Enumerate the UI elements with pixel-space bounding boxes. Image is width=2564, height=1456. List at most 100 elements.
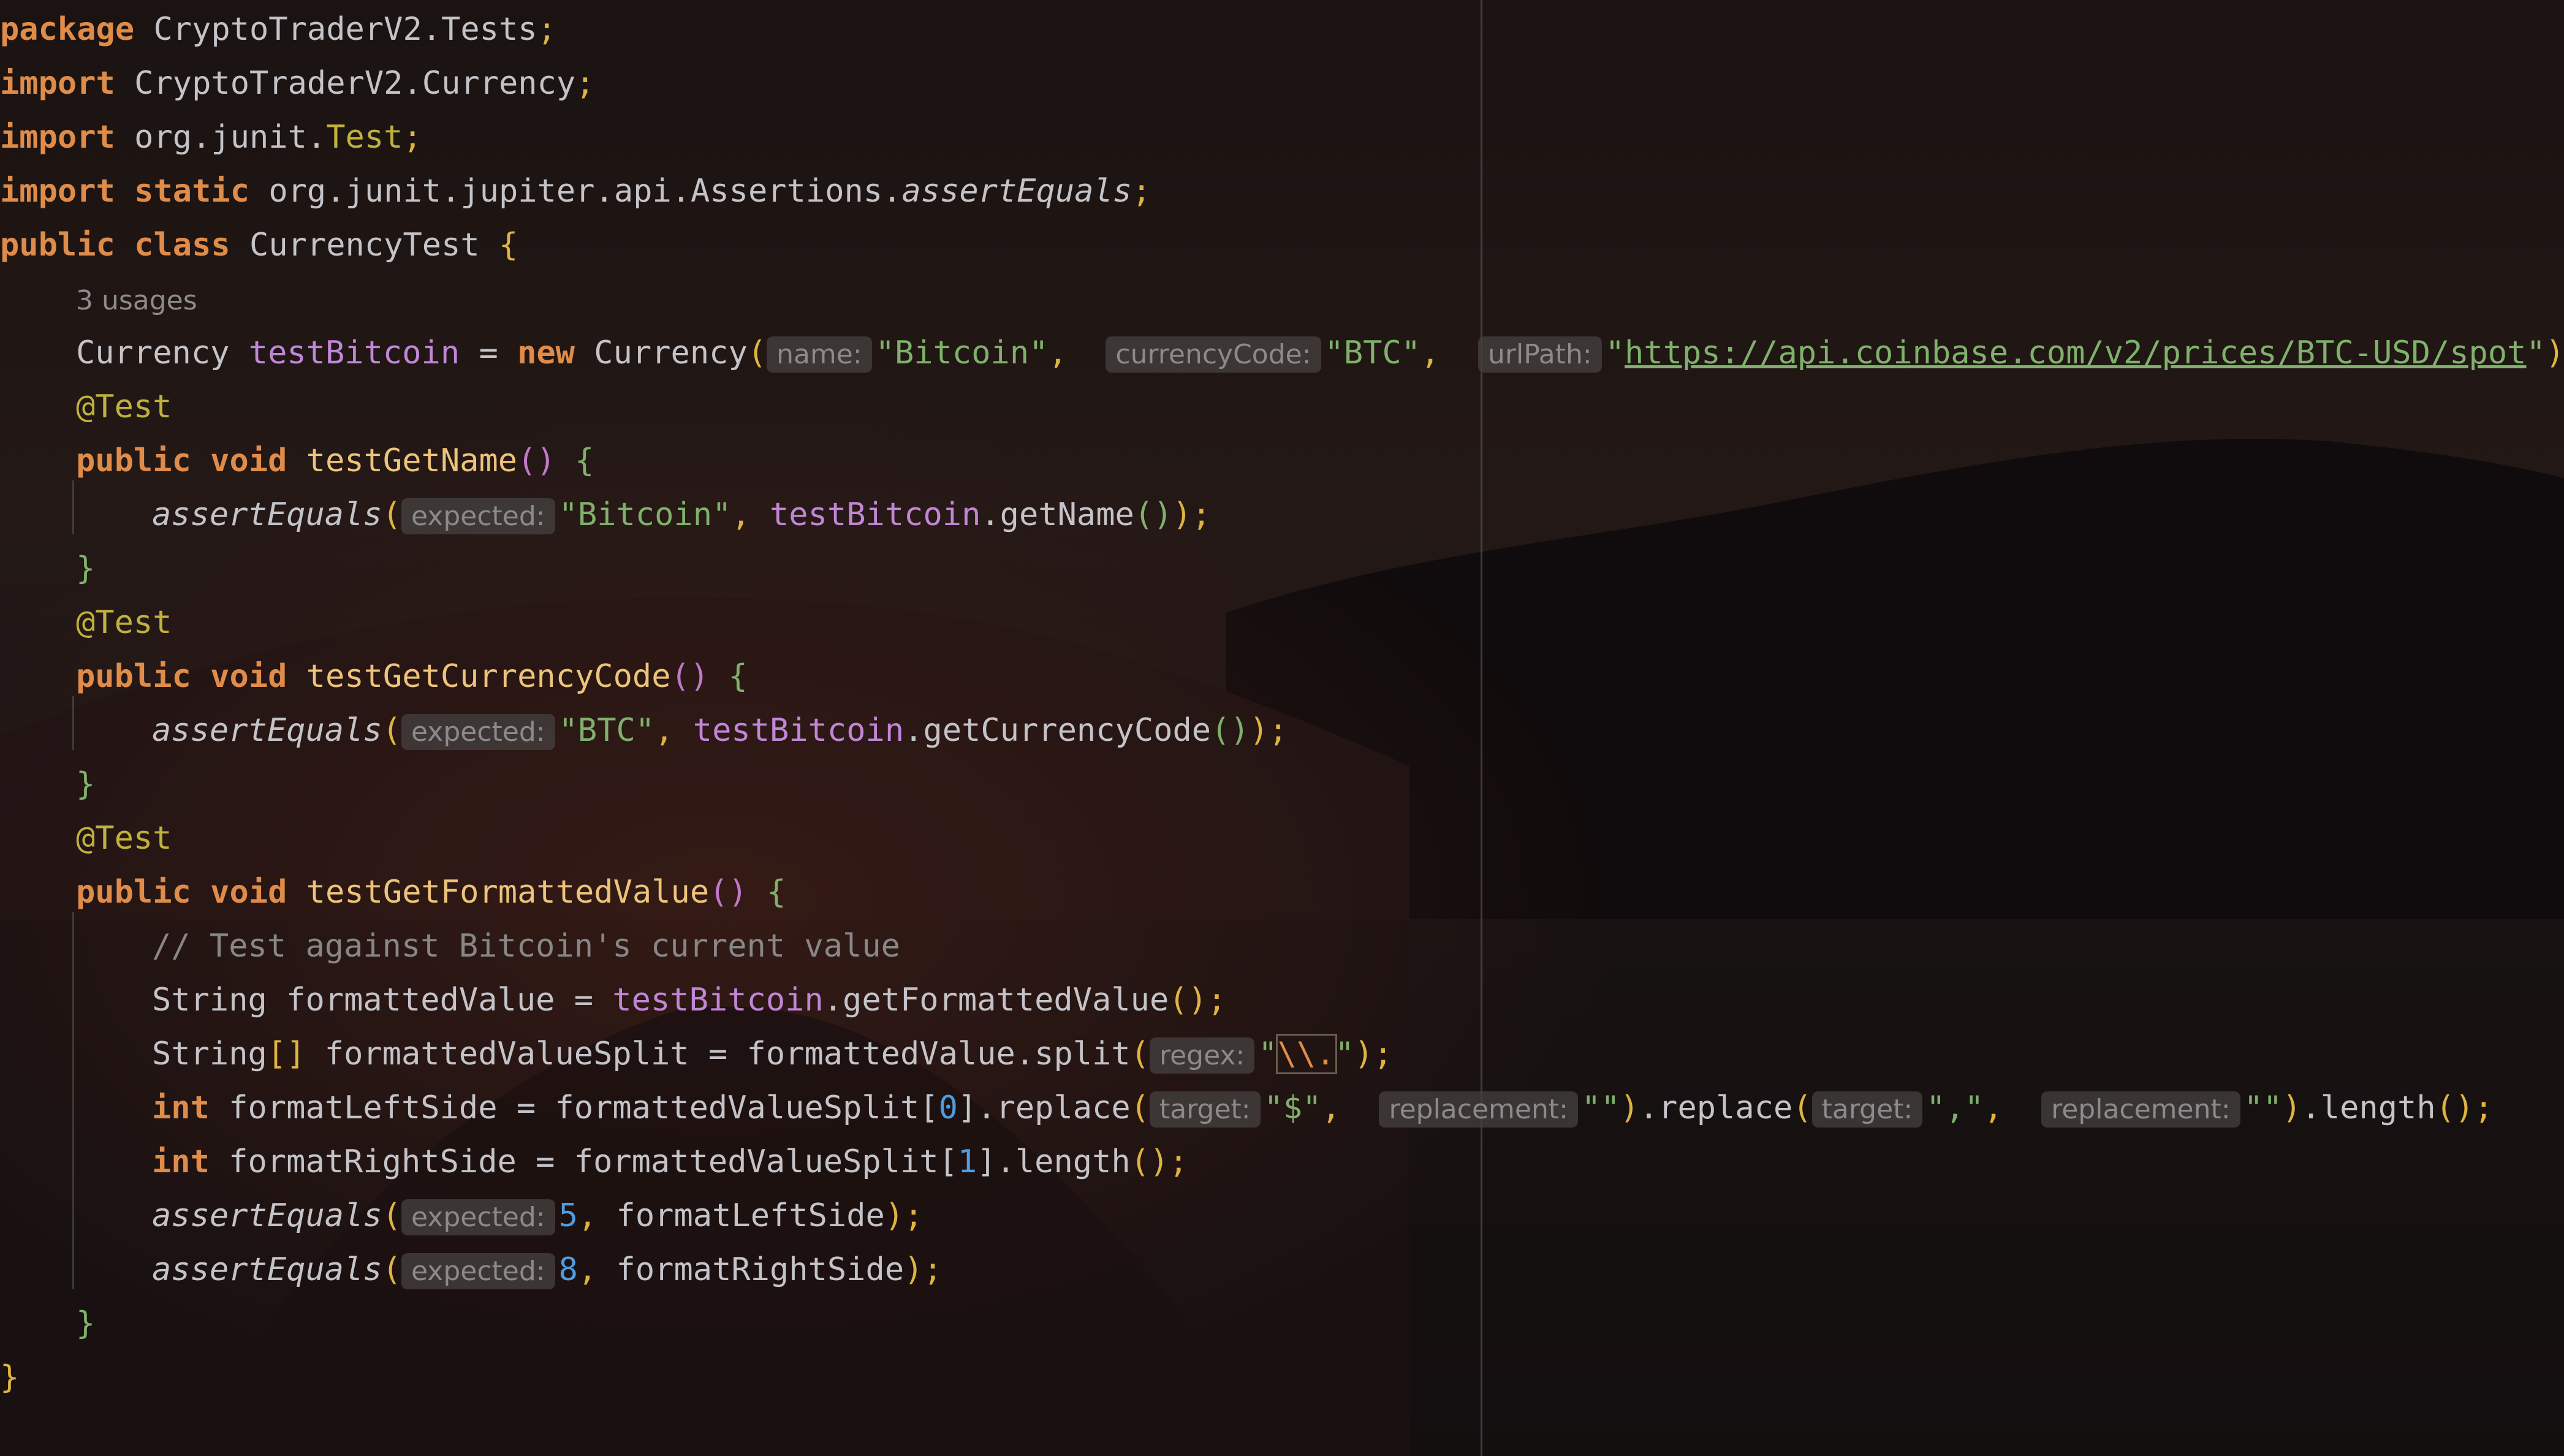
field-name: testBitcoin [248, 335, 460, 371]
keyword: void [210, 442, 287, 479]
keyword: import [0, 173, 115, 210]
code-line: String[] formattedValueSplit = formatted… [152, 1027, 1392, 1081]
parameter-hint: name: [767, 336, 872, 373]
code-line: import CryptoTraderV2.Currency; [0, 56, 595, 110]
semicolon: ; [1132, 173, 1151, 210]
escape-sequence: \\. [1275, 1034, 1337, 1074]
statement-end: ); [2545, 335, 2564, 371]
code-line: import org.junit.Test; [0, 110, 422, 164]
statement-end: ; [2474, 1090, 2494, 1126]
keyword: public [76, 658, 191, 695]
keyword: int [152, 1143, 210, 1180]
statement-end: ); [884, 1197, 924, 1234]
variable-name: formattedValue [286, 982, 555, 1018]
number-literal: 8 [558, 1251, 578, 1288]
parameter-hint: expected: [401, 714, 555, 750]
code-editor[interactable]: package CryptoTraderV2.Tests; import Cry… [0, 0, 2564, 1456]
keyword: public [76, 874, 191, 911]
field-name: testBitcoin [612, 982, 824, 1018]
string-literal: "BTC" [558, 712, 655, 749]
string-literal: "" [2244, 1090, 2283, 1126]
operator: = [460, 335, 518, 371]
semicolon: ; [537, 11, 556, 48]
code-line: 3 usages [76, 272, 197, 326]
quote: " [1258, 1036, 1278, 1072]
parameter-hint: expected: [401, 498, 555, 534]
variable-ref: formattedValueSplit [555, 1090, 920, 1126]
statement-end: ); [1172, 496, 1212, 533]
static-method: assertEquals [901, 173, 1132, 210]
url-link[interactable]: https://api.coinbase.com/v2/prices/BTC-U… [1625, 335, 2526, 371]
brace: { [728, 658, 748, 695]
statement-end: ); [904, 1251, 943, 1288]
brace: } [0, 1359, 20, 1396]
keyword: void [210, 658, 287, 695]
method-call: .replace [977, 1090, 1131, 1126]
type-name: Currency [76, 335, 230, 371]
code-line: import static org.junit.jupiter.api.Asse… [0, 164, 1151, 218]
brace: } [76, 766, 96, 803]
keyword: new [517, 335, 575, 371]
code-line: public void testGetCurrencyCode() { [76, 650, 748, 703]
keyword: import [0, 65, 115, 102]
annotation: @Test [76, 820, 172, 857]
import-class: Test [326, 119, 403, 156]
parameter-hint: regex: [1149, 1037, 1255, 1074]
keyword: void [210, 874, 287, 911]
keyword: int [152, 1090, 210, 1126]
variable-ref: formatRightSide [616, 1251, 905, 1288]
code-line: assertEquals(expected: 8, formatRightSide… [152, 1251, 943, 1289]
code-line: int formatRightSide = formattedValueSpli… [152, 1143, 1188, 1180]
paren: () [517, 442, 556, 479]
semicolon: ; [403, 119, 422, 156]
operator: = [516, 1143, 574, 1180]
brace: { [767, 874, 786, 911]
code-comment: // Test against Bitcoin's current value [152, 928, 900, 965]
field-name: testBitcoin [770, 496, 981, 533]
array-brackets: [] [267, 1036, 306, 1072]
constructor-name: Currency [594, 335, 748, 371]
statement-end: ); [1354, 1036, 1393, 1072]
number-literal: 5 [558, 1197, 578, 1234]
code-line: } [76, 757, 95, 811]
paren: ( [382, 712, 401, 749]
getter-call: .getName [980, 496, 1134, 533]
code-line: assertEquals(expected: 5, formatLeftSide)… [152, 1197, 924, 1235]
parameter-hint: currencyCode: [1106, 336, 1321, 373]
brace: } [76, 1305, 96, 1342]
variable-name: formatLeftSide [229, 1090, 498, 1126]
paren: ( [382, 496, 401, 533]
semicolon: ; [575, 65, 595, 102]
method-call: .replace [1639, 1090, 1793, 1126]
annotation: @Test [76, 604, 172, 641]
code-line: public void testGetFormattedValue() { [76, 865, 786, 919]
string-literal: "$" [1264, 1090, 1322, 1126]
keyword: public [76, 442, 191, 479]
code-line: package CryptoTraderV2.Tests; [0, 2, 556, 56]
parameter-hint: target: [1149, 1091, 1261, 1128]
code-line: } [76, 542, 95, 596]
method-call: assertEquals [152, 1197, 382, 1234]
string-literal: "BTC" [1324, 335, 1421, 371]
parameter-hint: expected: [401, 1199, 555, 1235]
parameter-hint: urlPath: [1478, 336, 1602, 373]
keyword: package [0, 11, 135, 48]
keyword: class [134, 227, 230, 264]
variable-name: formattedValueSplit [324, 1036, 689, 1072]
quote: " [1335, 1036, 1354, 1072]
paren: ( [1130, 1036, 1150, 1072]
method-call: assertEquals [152, 712, 382, 749]
brace: { [575, 442, 594, 479]
parameter-hint: replacement: [1379, 1091, 1578, 1128]
usages-hint[interactable]: 3 usages [76, 285, 197, 316]
statement-end: ); [1249, 712, 1288, 749]
keyword: static [134, 173, 249, 210]
keyword: public [0, 227, 115, 264]
brace: } [76, 550, 96, 587]
code-line: assertEquals(expected: "BTC", testBitcoin… [152, 712, 1288, 750]
method-call: .length [996, 1143, 1131, 1180]
annotation: @Test [76, 389, 172, 425]
variable-ref: formattedValueSplit [574, 1143, 939, 1180]
paren: () [670, 658, 710, 695]
type-name: String [152, 1036, 267, 1072]
